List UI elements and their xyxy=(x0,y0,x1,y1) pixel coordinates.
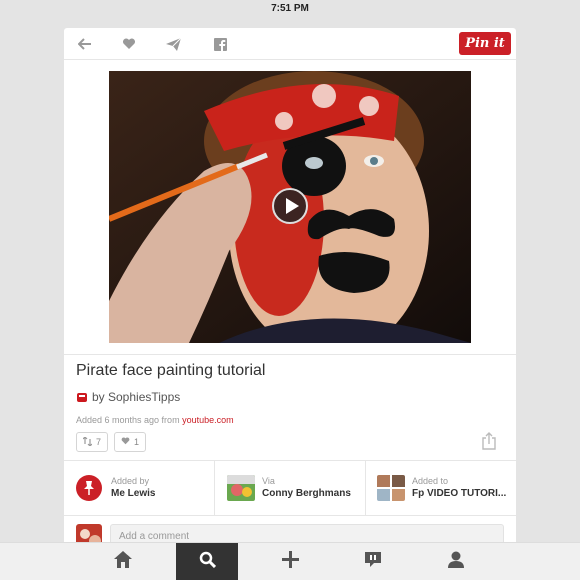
play-icon[interactable] xyxy=(272,188,308,224)
pin-source[interactable]: by SophiesTipps xyxy=(77,390,180,404)
repin-icon xyxy=(82,435,93,448)
via-cell[interactable]: Via Conny Berghmans xyxy=(227,461,364,515)
added-info: Added 6 months ago from youtube.com xyxy=(76,415,234,425)
pin-author[interactable]: by SophiesTipps xyxy=(92,390,180,404)
pushpin-icon xyxy=(76,475,102,501)
divider xyxy=(64,515,516,516)
divider xyxy=(365,461,366,515)
share-icon[interactable] xyxy=(481,432,497,450)
divider xyxy=(64,354,516,355)
divider xyxy=(214,461,215,515)
search-icon xyxy=(199,551,216,573)
via-label: Via xyxy=(262,476,275,486)
like-count-badge[interactable]: 1 xyxy=(114,432,147,452)
heart-icon xyxy=(121,437,130,447)
tab-home[interactable] xyxy=(88,543,158,580)
bottom-tab-bar xyxy=(0,542,580,580)
tab-add[interactable] xyxy=(255,543,325,580)
video-thumbnail[interactable] xyxy=(109,71,471,343)
facebook-icon[interactable] xyxy=(212,36,228,52)
repin-count-badge[interactable]: 7 xyxy=(76,432,109,452)
added-by-label: Added by xyxy=(111,476,150,486)
youtube-icon xyxy=(77,392,87,402)
plus-icon xyxy=(281,551,299,573)
added-prefix: Added 6 months ago from xyxy=(76,415,180,425)
added-by-cell[interactable]: Added by Me Lewis xyxy=(76,461,214,515)
paper-plane-icon[interactable] xyxy=(165,36,181,52)
added-to-cell[interactable]: Added to Fp VIDEO TUTORI... xyxy=(377,461,512,515)
board-thumbnail xyxy=(377,475,405,501)
profile-icon xyxy=(448,551,464,573)
home-icon xyxy=(114,551,132,573)
status-time: 7:51 PM xyxy=(271,3,309,14)
added-to-label: Added to xyxy=(412,476,449,486)
via-name: Conny Berghmans xyxy=(262,488,351,499)
pin-it-button[interactable]: Pin it xyxy=(459,32,511,55)
tab-news[interactable] xyxy=(338,543,408,580)
added-by-name: Me Lewis xyxy=(111,488,156,499)
heart-icon[interactable] xyxy=(121,36,137,52)
source-domain-link[interactable]: youtube.com xyxy=(182,415,234,425)
news-icon xyxy=(364,551,382,573)
via-avatar xyxy=(227,475,255,501)
board-name: Fp VIDEO TUTORI... xyxy=(412,488,507,499)
tab-profile[interactable] xyxy=(421,543,491,580)
like-count: 1 xyxy=(134,437,140,447)
pin-toolbar: Pin it xyxy=(64,28,516,60)
arrow-left-icon[interactable] xyxy=(77,36,93,52)
pin-title: Pirate face painting tutorial xyxy=(76,362,266,379)
tab-search[interactable] xyxy=(176,543,238,580)
pin-card: Pin it Pirate face painting tutorial by … xyxy=(64,28,516,558)
status-bar: 7:51 PM xyxy=(0,0,580,20)
repin-count: 7 xyxy=(96,437,102,447)
